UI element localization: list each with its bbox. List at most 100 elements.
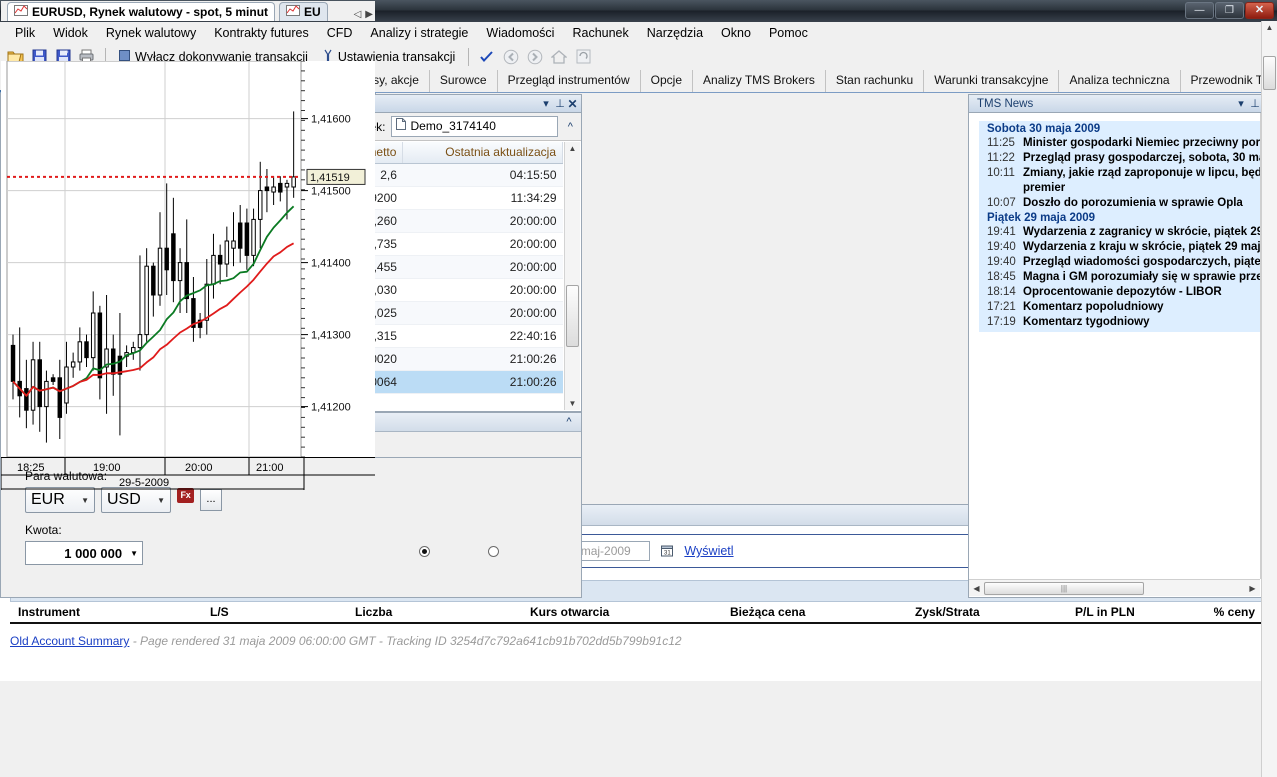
menu-kontrakty-futures[interactable]: Kontrakty futures (205, 24, 318, 42)
news-item[interactable]: 18:14 Oprocentowanie depozytów - LIBOR (979, 285, 1266, 300)
chevron-down-icon[interactable]: ▾ (1234, 97, 1248, 110)
cell-last-update: 22:40:16 (402, 324, 563, 348)
svg-text:18:25: 18:25 (17, 462, 45, 474)
news-item-title: Minister gospodarki Niemiec przeciwny po… (1023, 137, 1261, 149)
news-item[interactable]: premier (979, 181, 1266, 196)
tab-opcje[interactable]: Opcje (641, 70, 694, 92)
svg-text:31: 31 (664, 550, 671, 556)
cell-last-update: 11:34:29 (402, 186, 563, 210)
news-item-title: Oprocentowanie depozytów - LIBOR (1023, 286, 1222, 298)
tab-przeglad-instrumentow[interactable]: Przegląd instrumentów (498, 70, 641, 92)
positions-columns: Instrument L/S Liczba Kurs otwarcia Bież… (10, 602, 1267, 624)
col-procent-ceny: % ceny (1213, 605, 1255, 619)
menu-narzedzia[interactable]: Narzędzia (638, 24, 712, 42)
maximize-button[interactable]: ❐ (1215, 2, 1244, 19)
news-item-time: 19:41 (987, 226, 1016, 238)
collapse-toolbar-icon[interactable]: ^ (564, 121, 577, 133)
back-icon[interactable] (500, 46, 522, 68)
col-instrument: Instrument (18, 605, 81, 619)
market-vertical-scrollbar[interactable]: ▲ ▼ (564, 142, 580, 410)
close-icon[interactable]: ✕ (567, 97, 581, 111)
refresh-icon[interactable] (572, 46, 594, 68)
more-options-button[interactable]: ... (200, 489, 222, 511)
menu-plik[interactable]: Plik (6, 24, 44, 42)
chart-tab-nav: ◁ ▶ (354, 9, 373, 20)
menu-rynek-walutowy[interactable]: Rynek walutowy (97, 24, 205, 42)
scroll-right-icon[interactable]: ▶ (1245, 584, 1260, 593)
close-button[interactable]: ✕ (1245, 2, 1274, 19)
toolbar-separator-2 (468, 47, 470, 66)
col-last-update[interactable]: Ostatnia aktualizacja (402, 142, 563, 164)
amount-stepper[interactable]: 1 000 000 ▼ (25, 541, 143, 565)
scroll-up-icon[interactable]: ▲ (1262, 21, 1277, 32)
news-item[interactable]: 11:22 Przegląd prasy gospodarczej, sobota… (979, 151, 1266, 166)
chart-panel: EURUSD, Rynek walutowy - spot, 5 minut E… (0, 0, 1276, 743)
news-item[interactable]: 11:25 Minister gospodarki Niemiec przeciw… (979, 136, 1266, 151)
positions-vertical-scrollbar[interactable]: ▲ (1261, 21, 1277, 777)
minimize-button[interactable]: — (1185, 2, 1214, 19)
news-item[interactable]: 17:21 Komentarz popoludniowy (979, 300, 1266, 315)
forward-icon[interactable] (524, 46, 546, 68)
tab-next-icon[interactable]: ▶ (365, 9, 373, 20)
scroll-up-icon[interactable]: ▲ (565, 142, 580, 153)
tab-analizy-tms-brokers[interactable]: Analizy TMS Brokers (693, 70, 826, 92)
menu-cfd[interactable]: CFD (318, 24, 362, 42)
menu-rachunek[interactable]: Rachunek (563, 24, 637, 42)
menu-wiadomosci[interactable]: Wiadomości (477, 24, 563, 42)
calendar-icon[interactable]: 31 (660, 543, 674, 560)
svg-text:1,41600: 1,41600 (311, 114, 351, 126)
chart-x-axis: 18:25 19:00 20:00 21:00 29-5-2009 (0, 457, 375, 490)
scroll-left-icon[interactable]: ◀ (969, 584, 984, 593)
footer-text: - Page rendered 31 maja 2009 06:00:00 GM… (129, 634, 682, 648)
tab-stan-rachunku[interactable]: Stan rachunku (826, 70, 925, 92)
home-icon[interactable] (548, 46, 570, 68)
history-radio-button[interactable] (487, 545, 499, 557)
chart-tab-secondary[interactable]: EU (279, 2, 328, 21)
news-item[interactable]: 19:40 Wydarzenia z kraju w skrócie, piąte… (979, 240, 1266, 255)
pin-icon[interactable]: ⊥ (1248, 97, 1262, 110)
chart-x-axis-svg: 18:25 19:00 20:00 21:00 29-5-2009 (0, 458, 375, 490)
tab-analiza-techniczna[interactable]: Analiza techniczna (1059, 70, 1181, 92)
show-button[interactable]: Wyświetl (684, 544, 733, 558)
tab-prev-icon[interactable]: ◁ (354, 9, 362, 20)
pin-icon[interactable]: ⊥ (553, 97, 567, 110)
news-item[interactable]: 18:45 Magna i GM porozumiały się w sprawi… (979, 270, 1266, 285)
news-item[interactable]: 17:19 Komentarz tygodniowy (979, 315, 1266, 330)
news-item[interactable]: 19:41 Wydarzenia z zagranicy w skrócie, p… (979, 225, 1266, 240)
news-item[interactable]: 19:40 Przegląd wiadomości gospodarczych, … (979, 255, 1266, 270)
col-pl-in-pln: P/L in PLN (1075, 605, 1135, 619)
current-radio-button[interactable] (418, 545, 430, 557)
chart-plot-area[interactable]: 1,41600 1,41500 1,41400 1,41300 1,41200 1,415… (1, 60, 375, 458)
menu-okno[interactable]: Okno (712, 24, 760, 42)
tab-surowce[interactable]: Surowce (430, 70, 498, 92)
col-zysk-strata: Zysk/Strata (915, 605, 980, 619)
chevron-down-icon[interactable]: ▾ (539, 97, 553, 110)
collapse-icon[interactable]: ^ (562, 416, 576, 428)
svg-text:19:00: 19:00 (93, 462, 121, 474)
base-currency-select[interactable]: EUR ▼ (25, 487, 95, 513)
application-window: ƒ TMSDirect v.2 - Multiplatforma — ❐ ✕ P… (0, 0, 1277, 777)
news-item-time: 17:21 (987, 301, 1016, 313)
cell-last-update: 21:00:26 (402, 370, 563, 394)
news-horizontal-scrollbar[interactable]: ◀ ||| ▶ (969, 579, 1260, 596)
cell-last-update: 20:00:00 (402, 232, 563, 256)
menu-pomoc[interactable]: Pomoc (760, 24, 817, 42)
quote-currency-select[interactable]: USD ▼ (101, 487, 171, 513)
cell-last-update: 20:00:00 (402, 278, 563, 302)
chart-tab-eurusd[interactable]: EURUSD, Rynek walutowy - spot, 5 minut (7, 2, 276, 21)
news-item[interactable]: 10:07 Doszło do porozumienia w sprawie Op… (979, 196, 1266, 211)
account-selector[interactable]: Demo_3174140 (391, 116, 558, 137)
amount-label: Kwota: (25, 523, 62, 537)
tab-warunki-transakcyjne[interactable]: Warunki transakcyjne (924, 70, 1060, 92)
check-icon[interactable] (476, 46, 498, 68)
news-item[interactable]: 10:11 Zmiany, jakie rząd zaproponuje w li… (979, 166, 1266, 181)
menu-widok[interactable]: Widok (44, 24, 97, 42)
menu-analizy-i-strategie[interactable]: Analizy i strategie (361, 24, 477, 42)
news-scroll-thumb[interactable]: ||| (984, 581, 1144, 595)
news-item-title: premier (1023, 182, 1066, 194)
old-account-summary-link[interactable]: Old Account Summary (10, 634, 129, 648)
positions-scroll-thumb[interactable] (1263, 56, 1276, 90)
market-scroll-thumb[interactable] (566, 285, 579, 347)
scroll-down-icon[interactable]: ▼ (565, 399, 580, 408)
news-item-title: Zmiany, jakie rząd zaproponuje w lipcu, … (1023, 167, 1262, 179)
